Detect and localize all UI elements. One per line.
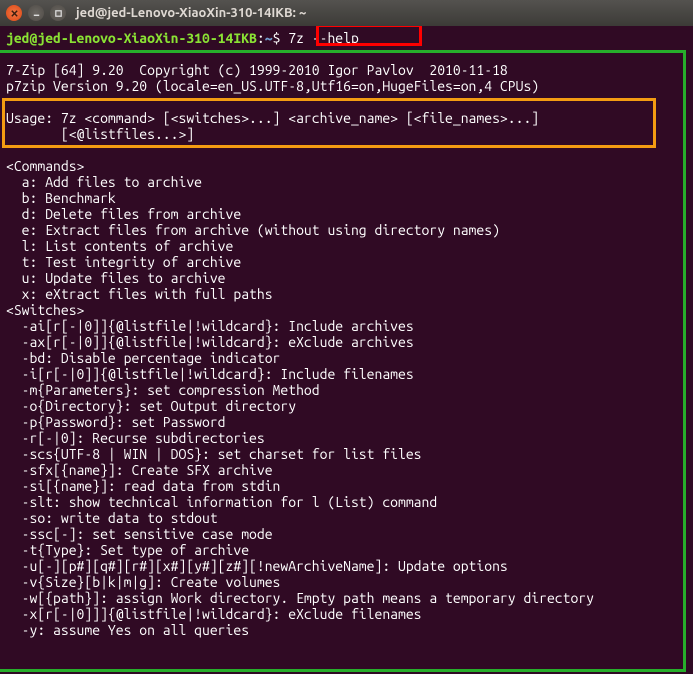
out-cmd-x: x: eXtract files with full paths <box>6 286 273 302</box>
out-sw-x: -x[r[-|0]]]{@listfile|!wildcard}: eXclud… <box>6 606 422 622</box>
minimize-icon[interactable] <box>28 5 44 21</box>
out-sw-p: -p{Password}: set Password <box>6 414 226 430</box>
out-sw-si: -si[{name}]: read data from stdin <box>6 478 280 494</box>
out-sw-slt: -slt: show technical information for l (… <box>6 494 437 510</box>
out-switches-hdr: <Switches> <box>6 302 84 318</box>
out-cmd-a: a: Add files to archive <box>6 174 202 190</box>
out-sw-r: -r[-|0]: Recurse subdirectories <box>6 430 265 446</box>
out-sw-w: -w[{path}]: assign Work directory. Empty… <box>6 590 594 606</box>
out-sw-u: -u[-][p#][q#][r#][x#][y#][z#][!newArchiv… <box>6 558 508 574</box>
terminal-window: jed@jed-Lenovo-XiaoXin-310-14IKB: ~ jed@… <box>0 0 693 674</box>
out-sw-i: -i[r[-|0]]{@listfile|!wildcard}: Include… <box>6 366 414 382</box>
window-title: jed@jed-Lenovo-XiaoXin-310-14IKB: ~ <box>76 6 306 20</box>
out-cmd-l: l: List contents of archive <box>6 238 233 254</box>
prompt-sigil: $ <box>273 30 281 46</box>
out-commands-hdr: <Commands> <box>6 158 84 174</box>
terminal-body[interactable]: jed@jed-Lenovo-XiaoXin-310-14IKB:~$ 7z -… <box>0 26 693 674</box>
out-sw-ssc: -ssc[-]: set sensitive case mode <box>6 526 273 542</box>
titlebar: jed@jed-Lenovo-XiaoXin-310-14IKB: ~ <box>0 0 693 26</box>
out-cmd-u: u: Update files to archive <box>6 270 226 286</box>
out-sw-t: -t{Type}: Set type of archive <box>6 542 249 558</box>
out-usage1: Usage: 7z <command> [<switches>...] <arc… <box>6 110 539 126</box>
out-sw-ai: -ai[r[-|0]]{@listfile|!wildcard}: Includ… <box>6 318 414 334</box>
out-sw-so: -so: write data to stdout <box>6 510 218 526</box>
out-sw-ax: -ax[r[-|0]]{@listfile|!wildcard}: eXclud… <box>6 334 414 350</box>
maximize-icon[interactable] <box>50 5 66 21</box>
out-sw-m: -m{Parameters}: set compression Method <box>6 382 320 398</box>
out-cmd-t: t: Test integrity of archive <box>6 254 241 270</box>
out-usage2: [<@listfiles...>] <box>6 126 194 142</box>
out-cmd-b: b: Benchmark <box>6 190 116 206</box>
out-sw-bd: -bd: Disable percentage indicator <box>6 350 280 366</box>
command-input: 7z --help <box>288 30 359 46</box>
out-cmd-d: d: Delete files from archive <box>6 206 241 222</box>
out-header2: p7zip Version 9.20 (locale=en_US.UTF-8,U… <box>6 78 539 94</box>
prompt-userhost: jed@jed-Lenovo-XiaoXin-310-14IKB <box>6 30 257 46</box>
out-sw-o: -o{Directory}: set Output directory <box>6 398 296 414</box>
out-header1: 7-Zip [64] 9.20 Copyright (c) 1999-2010 … <box>6 62 508 78</box>
prompt-colon: : <box>257 30 265 46</box>
out-sw-y: -y: assume Yes on all queries <box>6 622 249 638</box>
out-cmd-e: e: Extract files from archive (without u… <box>6 222 500 238</box>
out-sw-scs: -scs{UTF-8 | WIN | DOS}: set charset for… <box>6 446 422 462</box>
out-sw-v: -v{Size}[b|k|m|g]: Create volumes <box>6 574 280 590</box>
out-sw-sfx: -sfx[{name}]: Create SFX archive <box>6 462 273 478</box>
prompt-path: ~ <box>265 30 273 46</box>
close-icon[interactable] <box>6 5 22 21</box>
